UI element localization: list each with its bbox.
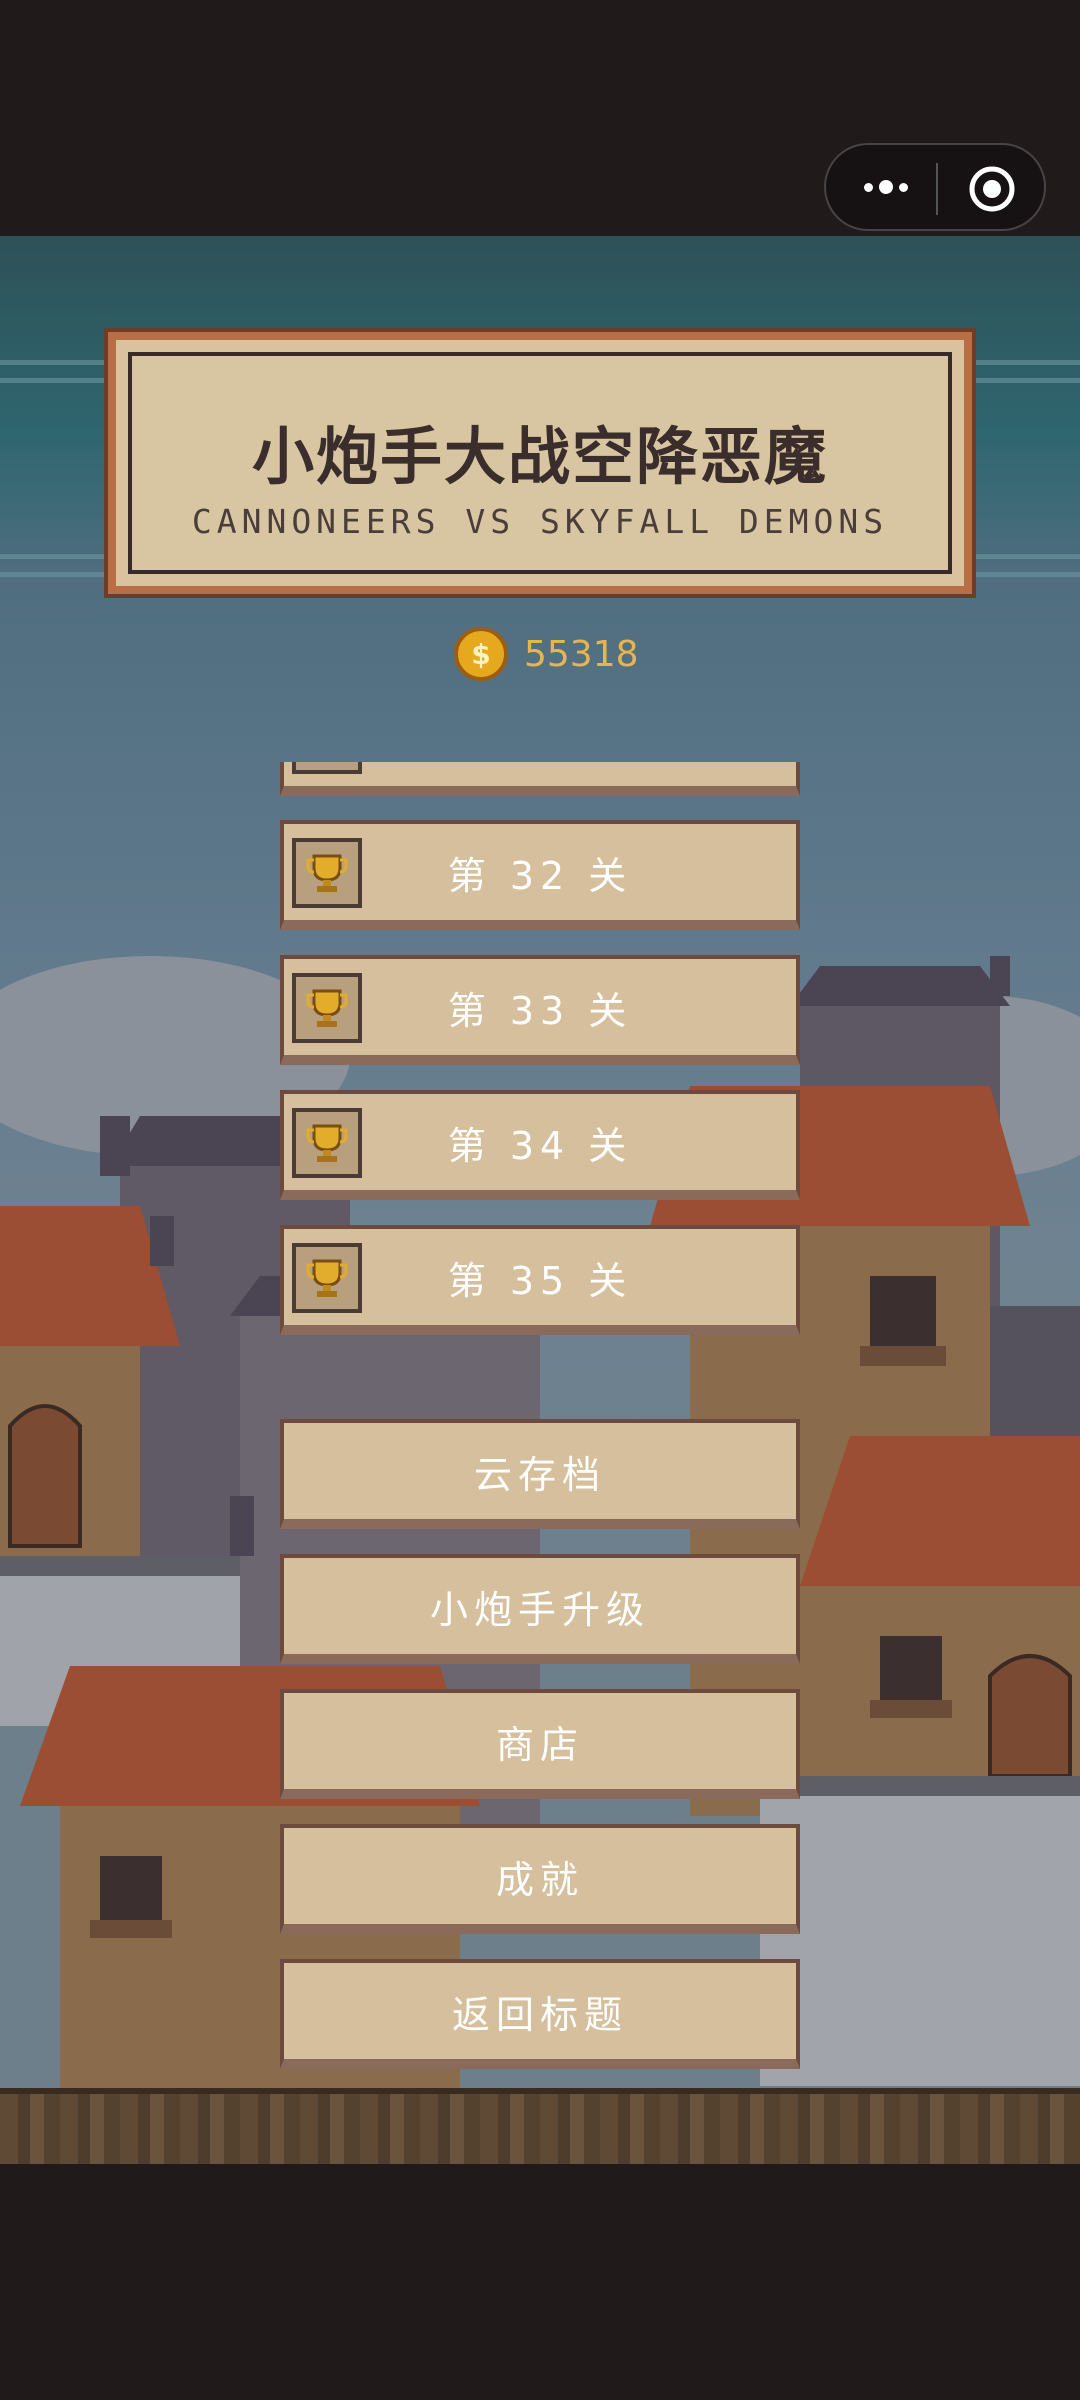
coin-icon: $	[454, 627, 508, 681]
close-target-icon[interactable]	[966, 163, 1018, 215]
game-subtitle: CANNONEERS VS SKYFALL DEMONS	[191, 502, 889, 541]
title-banner-inner: 小炮手大战空降恶魔 CANNONEERS VS SKYFALL DEMONS	[128, 352, 952, 574]
coin-counter: $ 55318	[454, 626, 639, 682]
shop-label: 商店	[495, 1722, 584, 1767]
level-label: 第 35 关	[447, 1258, 633, 1303]
game-screen: 小炮手大战空降恶魔 CANNONEERS VS SKYFALL DEMONS $…	[0, 236, 1080, 2164]
level-button[interactable]: 第 33 关	[280, 955, 800, 1065]
level-button[interactable]: 第 32 关	[280, 820, 800, 930]
level-button[interactable]: 第 31 关	[280, 762, 800, 796]
level-label: 第 32 关	[447, 853, 633, 898]
level-label: 第 33 关	[447, 988, 633, 1033]
back-to-title-button[interactable]: 返回标题	[280, 1959, 800, 2069]
achievements-label: 成就	[495, 1857, 584, 1902]
top-bar	[0, 0, 1080, 236]
cloud-save-label: 云存档	[473, 1452, 606, 1497]
cloud-save-button[interactable]: 云存档	[280, 1419, 800, 1529]
upgrade-button[interactable]: 小炮手升级	[280, 1554, 800, 1664]
achievements-button[interactable]: 成就	[280, 1824, 800, 1934]
level-label: 第 34 关	[447, 1123, 633, 1168]
level-button[interactable]: 第 35 关	[280, 1225, 800, 1335]
shop-button[interactable]: 商店	[280, 1689, 800, 1799]
coin-amount: 55318	[524, 633, 639, 675]
mini-program-capsule	[824, 143, 1046, 231]
ground	[0, 2088, 1080, 2164]
more-options-icon[interactable]	[846, 159, 926, 215]
title-banner: 小炮手大战空降恶魔 CANNONEERS VS SKYFALL DEMONS	[104, 328, 976, 598]
game-title: 小炮手大战空降恶魔	[251, 420, 828, 493]
upgrade-label: 小炮手升级	[429, 1587, 650, 1632]
level-label: 第 31 关	[284, 762, 796, 786]
back-to-title-label: 返回标题	[451, 1992, 628, 2037]
capsule-divider	[936, 163, 938, 215]
level-button[interactable]: 第 34 关	[280, 1090, 800, 1200]
